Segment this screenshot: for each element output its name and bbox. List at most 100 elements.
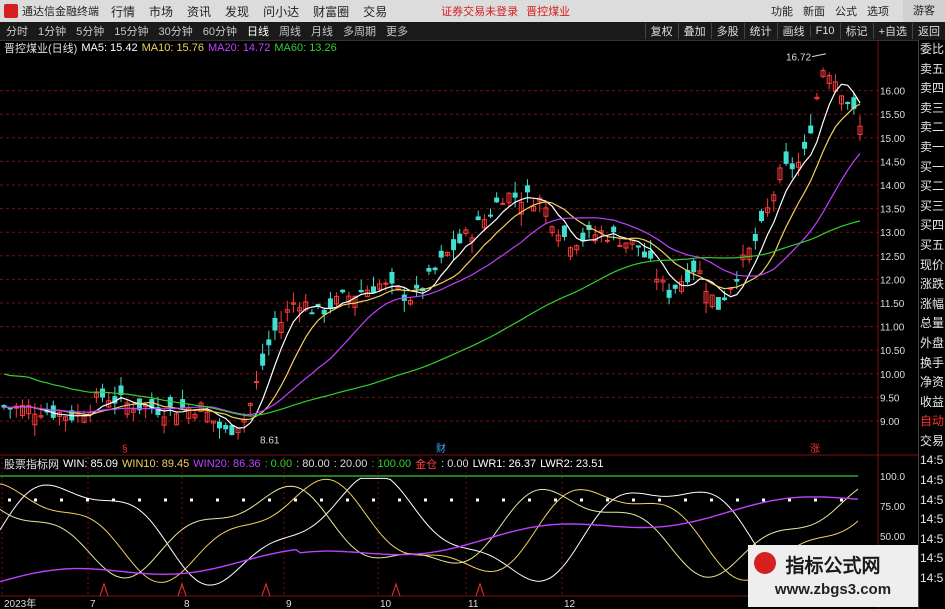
- menu-market[interactable]: 市场: [149, 3, 173, 20]
- level-80-dot: [606, 498, 609, 502]
- sidebar-item-23: 14:5: [920, 492, 944, 507]
- level-80-dot: [632, 498, 635, 502]
- marker-left: §: [122, 444, 128, 455]
- btn-restore-rights[interactable]: 复权: [644, 23, 678, 39]
- title-bar: 通达信金融终端 行情 市场 资讯 发现 问小达 财富圈 交易 证券交易未登录 晋…: [0, 0, 945, 22]
- sidebar-item-3: 卖三: [920, 100, 945, 115]
- marker-right: 涨: [810, 443, 820, 455]
- menu-quotes[interactable]: 行情: [111, 3, 135, 20]
- app-logo-icon: [4, 4, 18, 18]
- date-tick: 10: [380, 599, 392, 609]
- candle-body: [580, 232, 586, 242]
- sidebar-item-22: 14:5: [920, 473, 944, 488]
- sidebar-item-2: 卖四: [920, 81, 945, 96]
- signal-marker: [391, 582, 401, 597]
- menu-discover[interactable]: 发现: [225, 3, 249, 20]
- period-weekly[interactable]: 周线: [279, 23, 301, 39]
- period-timeshare[interactable]: 分时: [6, 23, 28, 39]
- level-80-dot: [60, 498, 63, 502]
- price-tick: 11.00: [880, 323, 905, 334]
- chart-grid: [0, 40, 918, 609]
- level-80-dot: [736, 498, 739, 502]
- menu-options[interactable]: 选项: [867, 3, 889, 19]
- level-80-dot: [398, 498, 401, 502]
- period-15min[interactable]: 15分钟: [114, 23, 148, 39]
- level-80-dot: [372, 498, 375, 502]
- sidebar-item-8: 买三: [920, 198, 945, 213]
- period-multi[interactable]: 多周期: [343, 23, 376, 39]
- level-80-dot: [450, 498, 453, 502]
- btn-back[interactable]: 返回: [912, 23, 945, 39]
- candle-body: [217, 421, 223, 429]
- period-monthly[interactable]: 月线: [311, 23, 333, 39]
- menu-wealth[interactable]: 财富圈: [313, 3, 349, 20]
- level-80-dot: [528, 498, 531, 502]
- menu-new-page[interactable]: 新面: [803, 3, 825, 19]
- ma20-line: [3, 153, 861, 416]
- indicator-subchart: [0, 475, 859, 597]
- level-80-dot: [424, 498, 427, 502]
- candle-body: [635, 245, 641, 248]
- sidebar-item-18: 收益: [920, 394, 945, 409]
- price-tick: 10.00: [880, 370, 905, 381]
- period-60min[interactable]: 60分钟: [203, 23, 237, 39]
- sidebar-item-5: 卖一: [920, 139, 945, 154]
- candle-body: [50, 405, 56, 418]
- sidebar-item-17: 净资: [920, 375, 945, 390]
- candle-body: [340, 289, 346, 293]
- candle-body: [389, 272, 395, 284]
- candle-body: [100, 388, 106, 398]
- btn-f10[interactable]: F10: [809, 25, 840, 37]
- level-80-dot: [554, 498, 557, 502]
- candle-body: [808, 125, 814, 134]
- menu-trade[interactable]: 交易: [363, 3, 387, 20]
- trade-login-warning[interactable]: 证券交易未登录: [441, 3, 518, 19]
- menu-function[interactable]: 功能: [771, 3, 793, 19]
- sub-tick: 75.00: [880, 502, 905, 513]
- btn-multi-stock[interactable]: 多股: [710, 23, 744, 39]
- sidebar-item-6: 买一: [920, 159, 945, 174]
- period-toolbar: 分时 1分钟 5分钟 15分钟 30分钟 60分钟 日线 周线 月线 多周期 更…: [0, 22, 945, 41]
- guest-button[interactable]: 游客: [903, 0, 945, 22]
- kline-chart[interactable]: 16.72 8.61 § 财 涨 16.00 15.50 15.00 14.50 14.00 13…: [0, 40, 918, 609]
- low-annotation: 8.61: [260, 435, 280, 446]
- period-1min[interactable]: 1分钟: [38, 23, 66, 39]
- btn-stats[interactable]: 统计: [743, 23, 777, 39]
- date-tick: 8: [184, 599, 190, 609]
- btn-overlay[interactable]: 叠加: [677, 23, 711, 39]
- price-tick: 9.50: [880, 393, 900, 404]
- sidebar-item-25: 14:5: [920, 531, 944, 546]
- candle-body: [722, 297, 728, 301]
- candle-body: [426, 268, 432, 272]
- candle-body: [229, 425, 235, 436]
- price-tick: 9.00: [880, 417, 900, 428]
- date-tick: 11: [468, 599, 479, 609]
- candle-body: [500, 202, 506, 205]
- candle-body: [648, 250, 654, 259]
- level-80-dot: [268, 498, 271, 502]
- candle-body: [494, 197, 500, 203]
- period-30min[interactable]: 30分钟: [159, 23, 193, 39]
- candle-body: [438, 250, 444, 258]
- btn-mark[interactable]: 标记: [839, 23, 873, 39]
- menu-formula[interactable]: 公式: [835, 3, 857, 19]
- candle-body: [666, 289, 672, 298]
- ma60-line: [3, 220, 861, 417]
- sidebar-item-10: 买五: [920, 237, 945, 252]
- menu-news[interactable]: 资讯: [187, 3, 211, 20]
- menu-ask[interactable]: 问小达: [263, 3, 299, 20]
- candle-body: [414, 284, 420, 289]
- period-daily[interactable]: 日线: [247, 23, 269, 39]
- watermark-url: www.zbgs3.com: [774, 581, 892, 598]
- candle-body: [223, 424, 229, 430]
- candle-body: [383, 282, 389, 285]
- btn-add-watch[interactable]: +自选: [872, 23, 912, 39]
- period-5min[interactable]: 5分钟: [76, 23, 104, 39]
- btn-draw[interactable]: 画线: [776, 23, 810, 39]
- candle-body: [253, 381, 259, 384]
- candle-body: [432, 267, 438, 271]
- period-more[interactable]: 更多: [386, 23, 408, 39]
- price-tick: 14.00: [880, 181, 905, 192]
- high-annotation: 16.72: [786, 53, 811, 64]
- sidebar-item-12: 涨跌: [920, 277, 945, 292]
